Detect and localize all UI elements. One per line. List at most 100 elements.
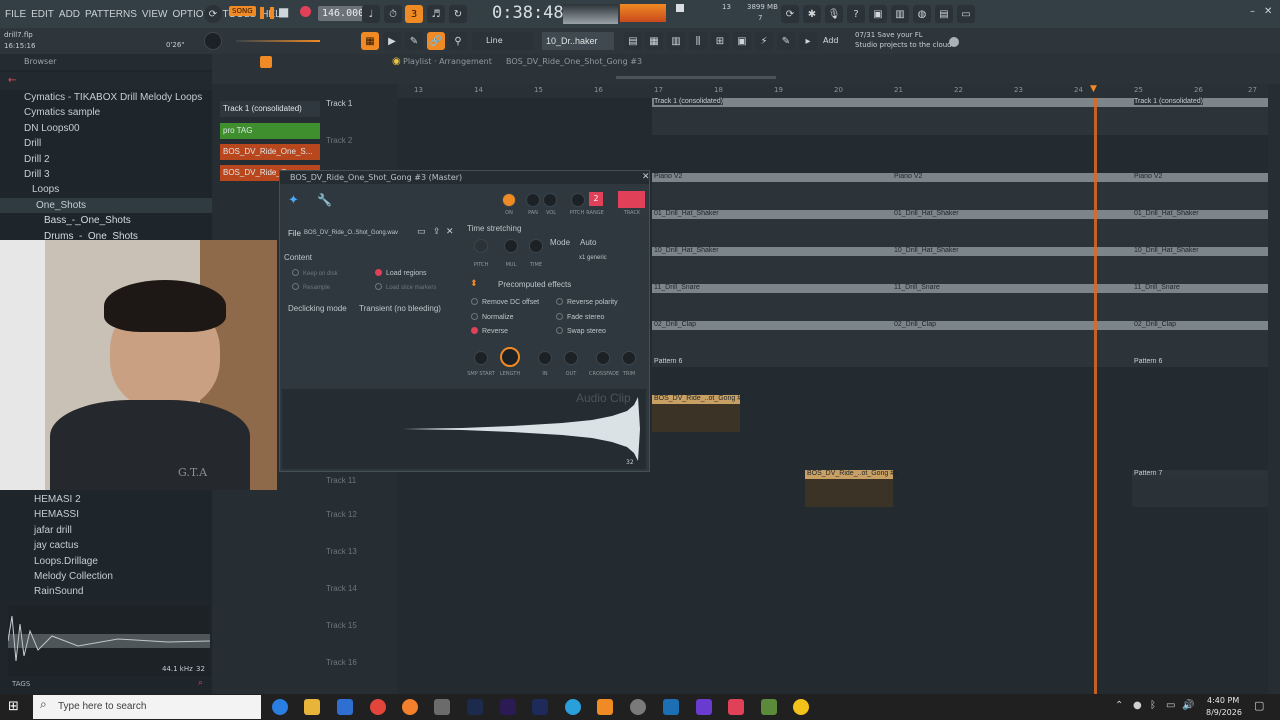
photoshop-icon[interactable] [467,699,483,715]
pattern-song-toggle-icon[interactable]: ▦ [361,32,379,50]
file-explorer-icon[interactable] [304,699,320,715]
tempo-tap-icon[interactable]: ▸ [799,32,817,50]
menu-file[interactable]: FILE [4,9,27,20]
resample-option[interactable]: Resample [292,283,330,291]
microphone-icon[interactable]: 🎙 [825,5,843,23]
tray-network-icon[interactable]: ▭ [1166,700,1175,711]
taskbar-time[interactable]: 4:40 PM [1207,696,1239,705]
record-icon[interactable] [300,6,311,17]
audio-clip[interactable]: Track 1 (consolidated) [1132,98,1268,135]
channel-rack-icon[interactable]: ▦ [645,32,663,50]
pattern-clip[interactable]: 11_Drill_Snare [652,284,892,321]
ts-pitch-knob[interactable] [474,239,488,253]
loop-record-icon[interactable]: ↻ [449,5,467,23]
piano-roll-icon[interactable]: ▥ [667,32,685,50]
cloud-icon[interactable] [949,37,959,47]
pencil-tool-icon[interactable]: ✎ [405,32,423,50]
video-app-icon[interactable] [434,699,450,715]
windows-start-icon[interactable]: ⊞ [8,699,19,714]
pattern-clip[interactable]: 10_Drill_Hat_Shaker [652,247,892,284]
blend-notes-icon[interactable]: ♬ [427,5,445,23]
pattern-clip[interactable]: Pattern 6 [652,358,1132,395]
window-icon[interactable]: ▭ [957,5,975,23]
help-icon[interactable]: ? [847,5,865,23]
trim-knob[interactable] [622,351,636,365]
timeline-ruler[interactable]: 13 14 15 16 17 18 19 20 21 22 23 24 25 2… [398,84,1268,98]
metronome-icon[interactable]: ♩ [362,5,380,23]
browser-item[interactable]: Cymatics sample [0,105,212,120]
vs-icon[interactable] [696,699,712,715]
minimize-icon[interactable]: – [1250,6,1255,17]
fl-studio-icon[interactable] [597,699,613,715]
in-knob[interactable] [538,351,552,365]
out-knob[interactable] [564,351,578,365]
song-mode-badge[interactable]: SONG [229,6,256,16]
browser-item[interactable]: Loops.Drillage [0,554,212,569]
search-icon[interactable]: ⌕ [198,678,203,688]
countdown-icon[interactable]: 3 [405,5,423,23]
tray-bluetooth-icon[interactable]: ᛒ [1150,700,1156,711]
taskbar-search[interactable]: Type here to search [33,695,261,719]
pan-knob[interactable] [526,193,540,207]
declicking-value[interactable]: Transient (no bleeding) [359,304,441,313]
arrow-right-icon[interactable]: ▶ [383,32,401,50]
tempo-display[interactable]: 146.000 [318,6,369,21]
mode-value[interactable]: Auto [580,238,596,247]
playlist-icon[interactable]: ▤ [624,32,642,50]
chat-icon[interactable]: ◍ [913,5,931,23]
emoji-app-icon[interactable] [793,699,809,715]
playlist-scrollbar[interactable] [616,76,776,79]
browser-item[interactable]: Drill [0,136,212,151]
swap-stereo-option[interactable]: Swap stereo [556,327,606,335]
browser-item[interactable]: Drill 3 [0,167,212,182]
ts-mul-knob[interactable] [504,239,518,253]
refresh-icon[interactable]: ⟳ [781,5,799,23]
record-mode-icon[interactable]: ⟳ [204,5,222,23]
pattern-clip[interactable]: 11_Drill_Snare [1132,284,1268,321]
picker-item[interactable]: BOS_DV_Ride_One_S... [220,144,320,160]
close-window-icon[interactable]: ✕ [642,172,650,182]
tags-label[interactable]: TAGS [12,680,30,688]
firefox-icon[interactable] [402,699,418,715]
menu-view[interactable]: VIEW [141,9,169,20]
wait-icon[interactable]: ⏱ [384,5,402,23]
playhead-marker-icon[interactable]: ▼ [1090,84,1097,94]
browser-back-icon[interactable]: ← [8,75,16,86]
plugin-icon[interactable]: ▥ [891,5,909,23]
folder-icon[interactable]: ▭ [417,227,426,237]
pattern-clip[interactable]: Piano V2 [652,173,892,210]
browser-item[interactable]: Cymatics - TIKABOX Drill Melody Loops [0,90,212,105]
track-selector[interactable] [618,191,645,208]
audio-clip[interactable]: Track 1 (consolidated) [652,98,1132,135]
menu-edit[interactable]: EDIT [30,9,55,20]
track-name[interactable]: Track 14 [326,584,357,593]
pattern-clip[interactable]: 01_Drill_Hat_Shaker [1132,210,1268,247]
browser-item[interactable]: jafar drill [0,523,212,538]
playlist-tool-icon[interactable] [260,56,272,68]
mixer-view-icon[interactable]: ⫼ [689,32,707,50]
browser-item[interactable]: Bass_-_One_Shots [0,213,212,228]
browser-item[interactable]: DN Loops00 [0,121,212,136]
tray-chevron-icon[interactable]: ⌃ [1115,700,1123,711]
track-name[interactable]: Track 15 [326,621,357,630]
waveform-display[interactable]: Audio Clip 32 [282,389,646,469]
browser-item[interactable]: One_Shots [0,197,212,214]
close-app-icon[interactable]: ✕ [1264,6,1272,17]
load-slice-markers-option[interactable]: Load slice markers [375,283,436,291]
taskbar-date[interactable]: 8/9/2026 [1206,708,1242,717]
pattern-clip[interactable]: 02_Drill_Clap [1132,321,1268,358]
telegram-icon[interactable] [565,699,581,715]
track-name[interactable]: Track 1 [326,99,352,108]
pattern-clip[interactable]: Piano V2 [1132,173,1268,210]
link-icon[interactable]: 🔗 [427,32,445,50]
track-name[interactable]: Track 2 [326,136,352,145]
mixer-icon[interactable]: ▤ [935,5,953,23]
crossfade-knob[interactable] [596,351,610,365]
track-name[interactable]: Track 12 [326,510,357,519]
premiere-icon[interactable] [500,699,516,715]
add-button[interactable]: Add [823,36,839,45]
track-name[interactable]: Track 16 [326,658,357,667]
pattern-clip[interactable]: Pattern 6 [1132,358,1268,395]
master-pitch-slider[interactable] [236,40,320,42]
picker-item[interactable]: Track 1 (consolidated) [220,101,320,117]
